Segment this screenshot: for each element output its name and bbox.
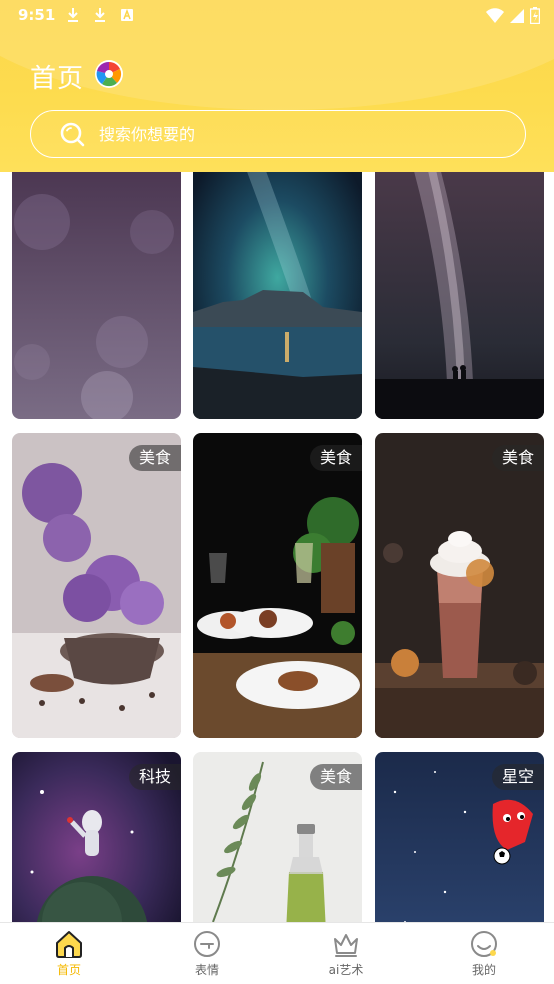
card-image xyxy=(375,172,544,419)
status-bar: 9:51 xyxy=(0,0,554,32)
wallpaper-card[interactable]: 科技 xyxy=(12,752,181,922)
crown-icon xyxy=(334,934,358,957)
card-tag: 美食 xyxy=(128,445,181,471)
search-input[interactable] xyxy=(99,124,479,144)
wallpaper-card[interactable] xyxy=(12,172,181,419)
emoji-icon xyxy=(194,931,220,957)
card-tag: 星空 xyxy=(491,764,544,790)
signal-icon xyxy=(510,8,524,23)
download-icon xyxy=(68,8,78,22)
download-icon xyxy=(95,8,105,22)
nav-label-profile: 我的 xyxy=(471,963,496,977)
search-bar[interactable] xyxy=(30,110,526,158)
nav-label-home: 首页 xyxy=(56,963,81,977)
wifi-icon xyxy=(486,7,504,23)
bottom-nav: 首页 表情 ai艺术 我的 xyxy=(0,922,554,984)
card-tag: 美食 xyxy=(309,764,362,790)
wallpaper-card[interactable]: 星空 xyxy=(375,752,544,922)
search-icon xyxy=(60,122,85,147)
card-tag: 科技 xyxy=(128,764,181,790)
battery-icon xyxy=(530,7,540,24)
wallpaper-grid[interactable]: 美食 美食 美食 科技 美食 星空 xyxy=(0,172,554,922)
card-image xyxy=(193,172,362,419)
wallpaper-card[interactable]: 美食 xyxy=(193,752,362,922)
wallpaper-card[interactable]: 美食 xyxy=(375,433,544,738)
nav-label-emoji: 表情 xyxy=(194,963,219,977)
app-logo-icon xyxy=(95,60,123,88)
nav-item-home[interactable]: 首页 xyxy=(24,929,114,983)
nav-item-emoji[interactable]: 表情 xyxy=(162,929,252,983)
card-image xyxy=(12,433,181,738)
wallpaper-card[interactable]: 美食 xyxy=(12,433,181,738)
nav-item-ai-art[interactable]: ai艺术 xyxy=(301,929,391,983)
wallpaper-card[interactable] xyxy=(193,172,362,419)
font-a-icon xyxy=(121,8,133,21)
wallpaper-card[interactable]: 美食 xyxy=(193,433,362,738)
header: 9:51 首页 xyxy=(0,0,554,172)
profile-icon xyxy=(471,931,497,957)
card-image xyxy=(12,172,181,419)
card-tag: 美食 xyxy=(491,445,544,471)
card-image xyxy=(193,433,362,738)
status-time: 9:51 xyxy=(18,6,56,24)
nav-item-profile[interactable]: 我的 xyxy=(439,929,529,983)
wallpaper-card[interactable] xyxy=(375,172,544,419)
page-title: 首页 xyxy=(30,64,85,94)
card-tag: 美食 xyxy=(309,445,362,471)
card-image xyxy=(375,433,544,738)
nav-label-ai-art: ai艺术 xyxy=(328,963,364,977)
home-icon xyxy=(56,931,82,958)
